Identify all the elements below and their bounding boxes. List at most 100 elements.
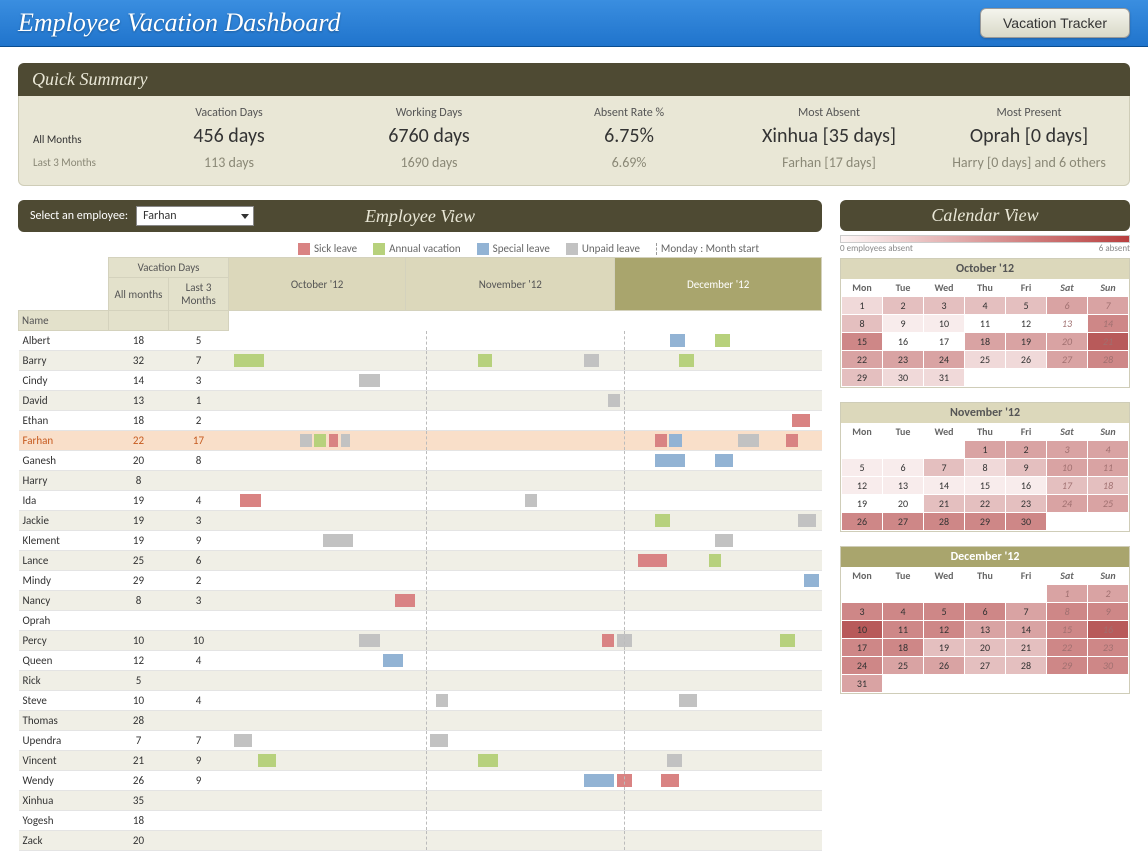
table-row[interactable]: Ethan 18 2	[19, 410, 822, 430]
calendar-day[interactable]: 7	[924, 459, 965, 477]
calendar-day[interactable]: 15	[842, 333, 883, 351]
calendar-day[interactable]: 25	[1088, 495, 1129, 513]
calendar-day[interactable]: 29	[842, 369, 883, 387]
calendar-day[interactable]: 29	[1047, 657, 1088, 675]
calendar-day[interactable]: 5	[1006, 297, 1047, 315]
calendar-day[interactable]: 26	[842, 513, 883, 531]
calendar-day[interactable]: 1	[965, 441, 1006, 459]
calendar-day[interactable]: 22	[1047, 639, 1088, 657]
calendar-day[interactable]: 14	[924, 477, 965, 495]
table-row[interactable]: Wendy 26 9	[19, 770, 822, 790]
calendar-day[interactable]: 19	[842, 495, 883, 513]
calendar-day[interactable]: 3	[924, 297, 965, 315]
calendar-day[interactable]: 25	[883, 657, 924, 675]
calendar-day[interactable]: 25	[965, 351, 1006, 369]
calendar-day[interactable]: 4	[883, 603, 924, 621]
calendar-day[interactable]: 23	[883, 351, 924, 369]
calendar-day[interactable]: 23	[1006, 495, 1047, 513]
calendar-day[interactable]: 16	[1006, 477, 1047, 495]
calendar-day[interactable]: 9	[1088, 603, 1129, 621]
calendar-day[interactable]: 4	[1088, 441, 1129, 459]
employee-select[interactable]: Farhan	[136, 206, 254, 226]
table-row[interactable]: Barry 32 7	[19, 350, 822, 370]
table-row[interactable]: Albert 18 5	[19, 331, 822, 351]
table-row[interactable]: Jackie 19 3	[19, 510, 822, 530]
calendar-day[interactable]: 7	[1006, 603, 1047, 621]
table-row[interactable]: Yogesh 18	[19, 810, 822, 830]
table-row[interactable]: Vincent 21 9	[19, 750, 822, 770]
calendar-day[interactable]: 20	[965, 639, 1006, 657]
calendar-day[interactable]: 3	[842, 603, 883, 621]
table-row[interactable]: Harry 8	[19, 470, 822, 490]
calendar-day[interactable]: 21	[1006, 639, 1047, 657]
calendar-day[interactable]: 13	[965, 621, 1006, 639]
table-row[interactable]: Percy 10 10	[19, 630, 822, 650]
calendar-day[interactable]: 12	[1006, 315, 1047, 333]
calendar-day[interactable]: 20	[1047, 333, 1088, 351]
calendar-day[interactable]: 17	[842, 639, 883, 657]
calendar-day[interactable]: 28	[1006, 657, 1047, 675]
calendar-day[interactable]: 5	[924, 603, 965, 621]
calendar-day[interactable]: 16	[1088, 621, 1129, 639]
calendar-day[interactable]: 26	[1006, 351, 1047, 369]
table-row[interactable]: David 13 1	[19, 390, 822, 410]
calendar-day[interactable]: 6	[965, 603, 1006, 621]
calendar-day[interactable]: 18	[1088, 477, 1129, 495]
calendar-day[interactable]: 20	[883, 495, 924, 513]
calendar-day[interactable]: 21	[1088, 333, 1129, 351]
calendar-day[interactable]: 6	[1047, 297, 1088, 315]
calendar-day[interactable]: 9	[1006, 459, 1047, 477]
calendar-day[interactable]: 26	[924, 657, 965, 675]
table-row[interactable]: Queen 12 4	[19, 650, 822, 670]
table-row[interactable]: Xinhua 35	[19, 790, 822, 810]
calendar-day[interactable]: 21	[924, 495, 965, 513]
table-row[interactable]: Farhan 22 17	[19, 430, 822, 450]
calendar-day[interactable]: 10	[924, 315, 965, 333]
table-row[interactable]: Mindy 29 2	[19, 570, 822, 590]
calendar-day[interactable]: 24	[924, 351, 965, 369]
calendar-day[interactable]: 15	[1047, 621, 1088, 639]
calendar-day[interactable]: 27	[965, 657, 1006, 675]
calendar-day[interactable]: 27	[1047, 351, 1088, 369]
calendar-day[interactable]: 3	[1047, 441, 1088, 459]
calendar-day[interactable]: 31	[924, 369, 965, 387]
calendar-day[interactable]: 5	[842, 459, 883, 477]
table-row[interactable]: Thomas 28	[19, 710, 822, 730]
calendar-day[interactable]: 2	[1006, 441, 1047, 459]
table-row[interactable]: Lance 25 6	[19, 550, 822, 570]
calendar-day[interactable]: 27	[883, 513, 924, 531]
calendar-day[interactable]: 1	[1047, 585, 1088, 603]
calendar-day[interactable]: 11	[883, 621, 924, 639]
calendar-day[interactable]: 8	[1047, 603, 1088, 621]
calendar-day[interactable]: 6	[883, 459, 924, 477]
calendar-day[interactable]: 22	[965, 495, 1006, 513]
calendar-day[interactable]: 18	[883, 639, 924, 657]
calendar-day[interactable]: 2	[1088, 585, 1129, 603]
calendar-day[interactable]: 18	[965, 333, 1006, 351]
table-row[interactable]: Zack 20	[19, 830, 822, 850]
calendar-day[interactable]: 11	[1088, 459, 1129, 477]
calendar-day[interactable]: 24	[842, 657, 883, 675]
calendar-day[interactable]: 10	[842, 621, 883, 639]
calendar-day[interactable]: 19	[924, 639, 965, 657]
calendar-day[interactable]: 28	[1088, 351, 1129, 369]
calendar-day[interactable]: 15	[965, 477, 1006, 495]
calendar-day[interactable]: 29	[965, 513, 1006, 531]
calendar-day[interactable]: 12	[842, 477, 883, 495]
calendar-day[interactable]: 22	[842, 351, 883, 369]
calendar-day[interactable]: 14	[1006, 621, 1047, 639]
calendar-day[interactable]: 2	[883, 297, 924, 315]
calendar-day[interactable]: 8	[965, 459, 1006, 477]
calendar-day[interactable]: 23	[1088, 639, 1129, 657]
calendar-day[interactable]: 28	[924, 513, 965, 531]
calendar-day[interactable]: 10	[1047, 459, 1088, 477]
calendar-day[interactable]: 11	[965, 315, 1006, 333]
vacation-tracker-button[interactable]: Vacation Tracker	[980, 8, 1130, 38]
calendar-day[interactable]: 7	[1088, 297, 1129, 315]
calendar-day[interactable]: 30	[1088, 657, 1129, 675]
calendar-day[interactable]: 13	[883, 477, 924, 495]
calendar-day[interactable]: 31	[842, 675, 883, 693]
table-row[interactable]: Upendra 7 7	[19, 730, 822, 750]
table-row[interactable]: Steve 10 4	[19, 690, 822, 710]
table-row[interactable]: Cindy 14 3	[19, 370, 822, 390]
